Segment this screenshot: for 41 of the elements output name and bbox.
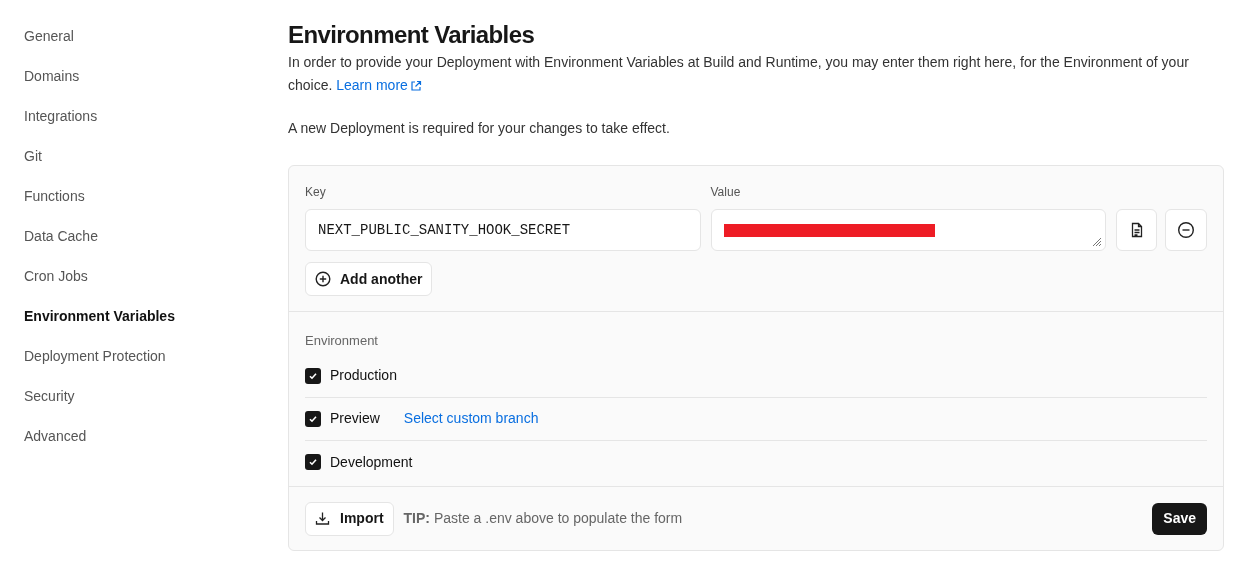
plus-circle-icon	[315, 271, 331, 287]
check-icon	[308, 457, 318, 467]
sidebar-item[interactable]: Domains	[24, 66, 80, 106]
sidebar-item[interactable]: Functions	[24, 186, 85, 226]
minus-circle-icon	[1177, 221, 1195, 239]
value-field[interactable]	[710, 209, 1106, 251]
sidebar-item[interactable]: Environment Variables	[24, 306, 175, 346]
save-button[interactable]: Save	[1152, 502, 1207, 535]
value-label: Value	[710, 184, 742, 201]
sidebar-item[interactable]: Data Cache	[24, 226, 98, 266]
page-title: Environment Variables	[288, 20, 536, 50]
add-another-button[interactable]: Add another	[305, 262, 433, 296]
sidebar-item[interactable]: Git	[24, 146, 42, 186]
document-button[interactable]	[1116, 209, 1157, 251]
environment-label: Environment	[305, 332, 379, 350]
import-button[interactable]: Import	[305, 501, 394, 536]
sidebar-item[interactable]: General	[24, 26, 74, 66]
checkbox[interactable]	[305, 454, 321, 470]
tip-text: TIP: Paste a .env above to populate the form	[403, 509, 683, 528]
custom-branch-link[interactable]: Select custom branch	[403, 408, 539, 429]
resize-handle-icon[interactable]	[1092, 237, 1102, 247]
checkbox[interactable]	[305, 367, 321, 384]
remove-button[interactable]	[1165, 209, 1207, 251]
checkbox-label: Production	[330, 366, 397, 385]
checkbox-label: Preview	[330, 409, 380, 428]
check-icon	[308, 413, 318, 424]
intro-text: In order to provide your Deployment with Environment Variables at Build and Runtime, you may enter them right here, for the Environment of your choice. Learn more	[288, 51, 1224, 97]
sidebar-item[interactable]: Security	[24, 386, 75, 426]
sidebar-item[interactable]: Integrations	[24, 106, 98, 146]
sidebar-item[interactable]: Advanced	[24, 426, 87, 466]
notice-text: A new Deployment is required for your changes to take effect.	[288, 119, 671, 138]
checkbox-label: Development	[330, 452, 413, 472]
sidebar-item[interactable]: Deployment Protection	[24, 346, 166, 386]
checkbox[interactable]	[305, 410, 321, 427]
check-icon	[308, 370, 318, 381]
learn-more-link[interactable]: Learn more	[336, 74, 422, 97]
sidebar-item[interactable]: Cron Jobs	[24, 266, 88, 306]
download-icon	[315, 511, 330, 526]
key-label: Key	[305, 184, 327, 201]
external-link-icon	[409, 79, 422, 92]
key-field[interactable]: NEXT_PUBLIC_SANITY_HOOK_SECRET	[305, 209, 701, 251]
